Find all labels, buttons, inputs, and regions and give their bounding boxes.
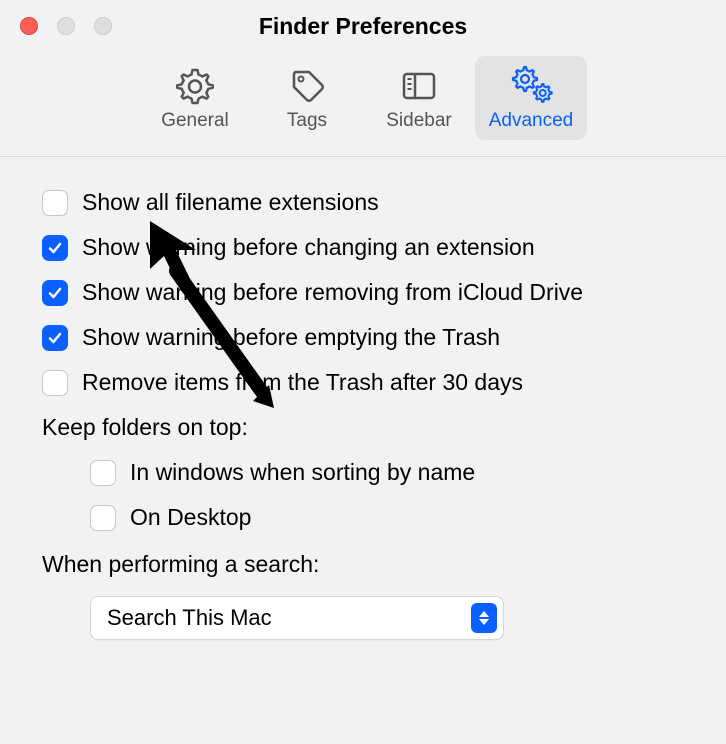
option-warn-extension: Show warning before changing an extensio…	[42, 234, 684, 261]
checkbox-folders-windows[interactable]	[90, 460, 116, 486]
option-label: Show warning before removing from iCloud…	[82, 279, 583, 306]
select-value: Search This Mac	[107, 605, 272, 631]
content: Show all filename extensions Show warnin…	[0, 157, 726, 672]
option-show-extensions: Show all filename extensions	[42, 189, 684, 216]
option-label: Remove items from the Trash after 30 day…	[82, 369, 523, 396]
heading-search: When performing a search:	[42, 551, 684, 578]
tab-label: Advanced	[489, 110, 574, 132]
checkbox-auto-trash[interactable]	[42, 370, 68, 396]
tab-label: General	[161, 110, 229, 132]
titlebar: Finder Preferences	[0, 0, 726, 52]
checkbox-folders-desktop[interactable]	[90, 505, 116, 531]
tab-general[interactable]: General	[139, 56, 251, 140]
option-label: On Desktop	[130, 504, 251, 531]
toolbar: General Tags Sidebar	[0, 52, 726, 157]
option-label: Show warning before changing an extensio…	[82, 234, 535, 261]
option-label: In windows when sorting by name	[130, 459, 475, 486]
gears-icon	[507, 64, 555, 108]
tab-tags[interactable]: Tags	[251, 56, 363, 140]
option-auto-trash: Remove items from the Trash after 30 day…	[42, 369, 684, 396]
checkbox-warn-trash[interactable]	[42, 325, 68, 351]
option-warn-trash: Show warning before emptying the Trash	[42, 324, 684, 351]
option-folders-windows: In windows when sorting by name	[42, 459, 684, 486]
gear-icon	[175, 64, 215, 108]
tab-label: Tags	[287, 110, 327, 132]
select-arrows-icon	[471, 603, 497, 633]
option-label: Show all filename extensions	[82, 189, 379, 216]
tab-label: Sidebar	[386, 110, 452, 132]
traffic-lights	[20, 17, 112, 35]
option-warn-icloud: Show warning before removing from iCloud…	[42, 279, 684, 306]
heading-folders: Keep folders on top:	[42, 414, 684, 441]
tab-sidebar[interactable]: Sidebar	[363, 56, 475, 140]
option-folders-desktop: On Desktop	[42, 504, 684, 531]
checkbox-warn-extension[interactable]	[42, 235, 68, 261]
sidebar-icon	[399, 64, 439, 108]
minimize-button[interactable]	[57, 17, 75, 35]
close-button[interactable]	[20, 17, 38, 35]
checkbox-show-extensions[interactable]	[42, 190, 68, 216]
option-label: Show warning before emptying the Trash	[82, 324, 500, 351]
maximize-button[interactable]	[94, 17, 112, 35]
checkbox-warn-icloud[interactable]	[42, 280, 68, 306]
tab-advanced[interactable]: Advanced	[475, 56, 587, 140]
search-select-wrapper: Search This Mac	[90, 596, 684, 640]
search-select[interactable]: Search This Mac	[90, 596, 504, 640]
tag-icon	[287, 64, 327, 108]
